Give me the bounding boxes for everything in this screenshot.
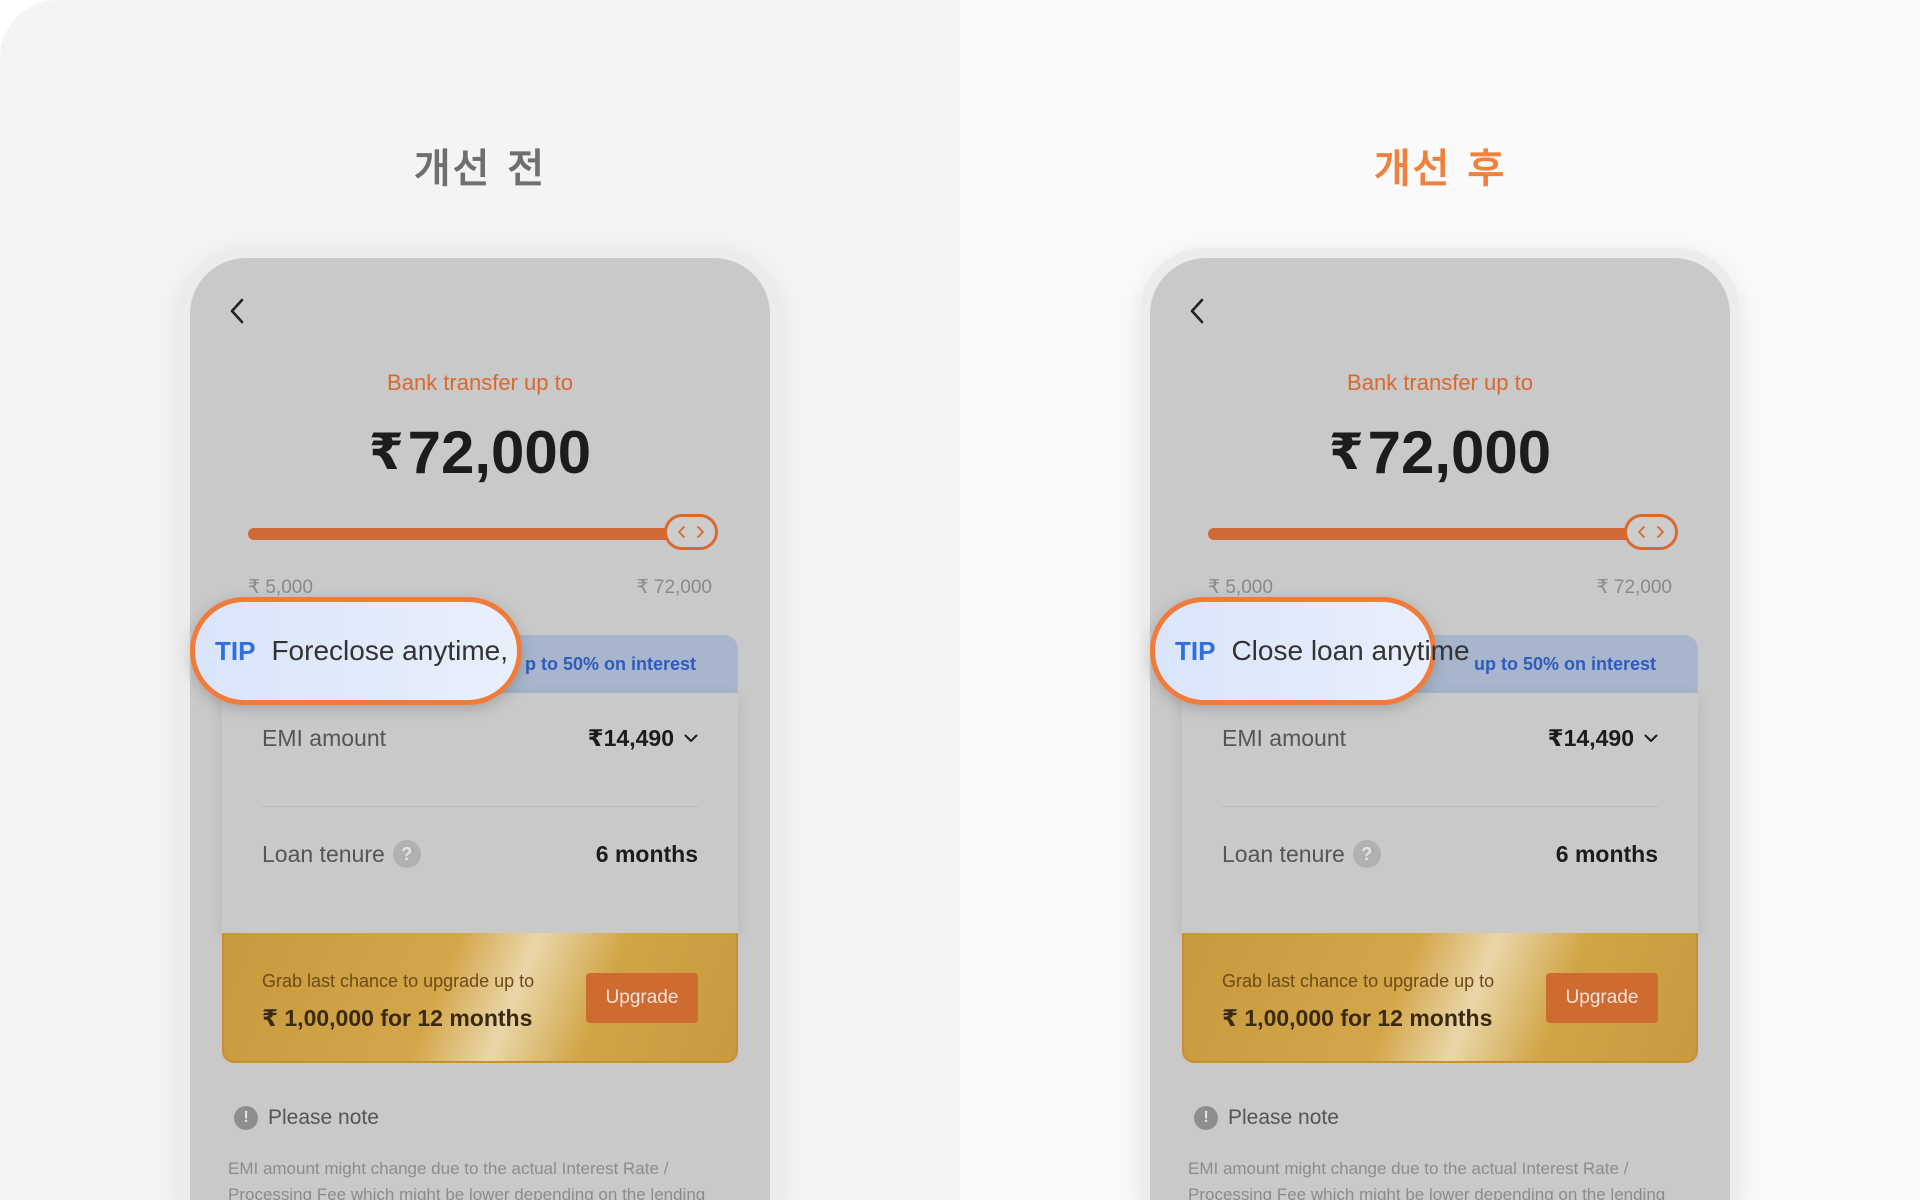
tenure-label-group: Loan tenure ? [1222,840,1381,868]
emi-value-group[interactable]: ₹14,490 [1548,725,1658,752]
amount-slider-track[interactable] [1208,528,1658,540]
help-icon[interactable]: ? [1352,840,1381,868]
please-note-heading: ! Please note [1194,1106,1339,1130]
after-panel: 개선 후 Bank transfer up to ₹72,000 ₹ 5,000… [960,0,1920,1200]
emi-label: EMI amount [1222,724,1346,751]
tip-text: Foreclose anytime, [271,635,508,666]
amount-value: 72,000 [1367,419,1552,486]
tenure-value: 6 months [1555,840,1658,867]
slider-max-label: ₹ 72,000 [636,577,712,598]
tip-callout: TIP Close loan anytime [1150,597,1470,705]
phone-screen: Bank transfer up to ₹72,000 ₹ 5,000 ₹ 72… [1150,258,1730,1200]
please-note-heading: ! Please note [234,1106,379,1130]
tip-tag: TIP [1175,635,1216,666]
phone-mockup: Bank transfer up to ₹72,000 ₹ 5,000 ₹ 72… [180,248,780,1200]
back-button[interactable] [224,298,250,324]
tip-text: Close loan anytime [1231,635,1470,666]
promo-text: p to 50% on interest [524,654,696,674]
slider-max-label: ₹ 72,000 [1596,577,1672,598]
loan-amount: ₹72,000 [1150,418,1730,487]
slider-arrows-icon [678,526,704,538]
chevron-down-icon [684,734,698,742]
note-title-text: Please note [1228,1106,1339,1129]
slider-min-label: ₹ 5,000 [1208,577,1273,598]
slider-arrows-icon [1638,526,1664,538]
before-panel: 개선 전 Bank transfer up to ₹72,000 ₹ 5,000… [0,0,960,1200]
back-chevron-icon [230,298,244,324]
note-body: EMI amount might change due to the actua… [228,1159,706,1200]
emi-card: EMI amount ₹14,490 Loan tenure ? 6 month… [1182,693,1698,933]
tip-callout: TIP Foreclose anytime, [190,597,522,705]
slider-min-label: ₹ 5,000 [248,577,313,598]
upgrade-banner: Grab last chance to upgrade up to ₹ 1,00… [1182,933,1698,1063]
bank-transfer-label: Bank transfer up to [1347,370,1533,395]
upgrade-button[interactable]: Upgrade [1546,973,1658,1023]
amount-slider-handle[interactable] [1624,514,1678,550]
back-button[interactable] [1184,298,1210,324]
amount-slider-handle[interactable] [664,514,718,550]
phone-screen: Bank transfer up to ₹72,000 ₹ 5,000 ₹ 72… [190,258,770,1200]
emi-card: EMI amount ₹14,490 Loan tenure ? 6 month… [222,693,738,933]
upgrade-offer: ₹ 1,00,000 for 12 months [1222,1005,1493,1031]
emi-value-group[interactable]: ₹14,490 [588,725,698,752]
note-title-text: Please note [268,1106,379,1129]
row-divider [1222,806,1658,807]
tenure-value: 6 months [595,840,698,867]
emi-row[interactable]: EMI amount ₹14,490 [262,713,698,763]
emi-label: EMI amount [262,724,386,751]
emi-value: ₹14,490 [587,724,674,751]
loan-amount: ₹72,000 [190,418,770,487]
tenure-row: Loan tenure ? 6 months [262,829,698,879]
tenure-label: Loan tenure [262,840,385,867]
bank-transfer-label: Bank transfer up to [387,370,573,395]
panel-heading: 개선 후 [1373,146,1507,192]
tip-tag: TIP [215,635,256,666]
emi-row[interactable]: EMI amount ₹14,490 [1222,713,1658,763]
row-divider [262,806,698,807]
amount-slider-track[interactable] [248,528,698,540]
back-chevron-icon [1190,298,1204,324]
info-icon: ! [1194,1106,1218,1130]
currency-symbol: ₹ [368,424,404,480]
note-body: EMI amount might change due to the actua… [1188,1159,1666,1200]
tenure-label-group: Loan tenure ? [262,840,421,868]
upgrade-button[interactable]: Upgrade [586,973,698,1023]
info-icon: ! [234,1106,258,1130]
chevron-down-icon [1644,734,1658,742]
upgrade-caption: Grab last chance to upgrade up to [262,971,535,991]
upgrade-caption: Grab last chance to upgrade up to [1222,971,1495,991]
phone-mockup: Bank transfer up to ₹72,000 ₹ 5,000 ₹ 72… [1140,248,1740,1200]
amount-value: 72,000 [407,419,592,486]
upgrade-offer: ₹ 1,00,000 for 12 months [262,1005,533,1031]
upgrade-banner: Grab last chance to upgrade up to ₹ 1,00… [222,933,738,1063]
tenure-label: Loan tenure [1222,840,1345,867]
tenure-row: Loan tenure ? 6 months [1222,829,1658,879]
promo-text: up to 50% on interest [1473,654,1656,674]
help-icon[interactable]: ? [392,840,421,868]
panel-heading: 개선 전 [413,146,547,192]
emi-value: ₹14,490 [1547,724,1634,751]
currency-symbol: ₹ [1328,424,1364,480]
